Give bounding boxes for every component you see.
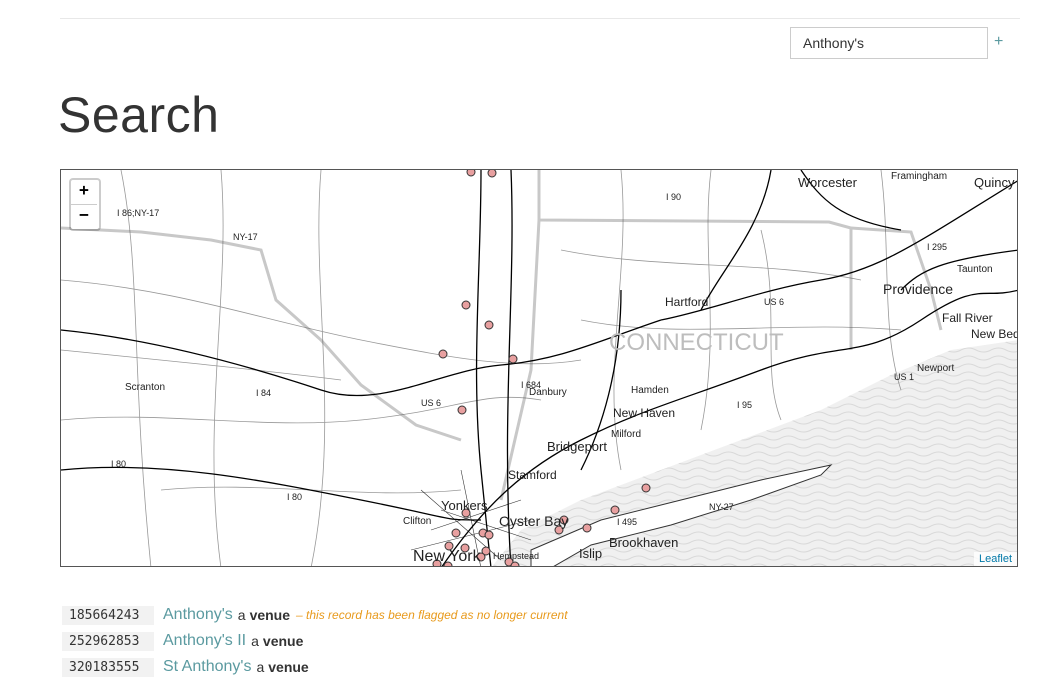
- label-connecticut: CONNECTICUT: [609, 329, 784, 356]
- search-input[interactable]: [790, 27, 988, 59]
- label-milford: Milford: [611, 429, 641, 440]
- label-i90: I 90: [666, 192, 681, 202]
- result-name-link[interactable]: Anthony's II: [163, 632, 246, 650]
- label-newport: Newport: [917, 363, 954, 374]
- label-us1: US 1: [894, 372, 914, 382]
- result-type: venue: [262, 633, 304, 649]
- label-us6-a: US 6: [764, 297, 784, 307]
- leaflet-attribution-link[interactable]: Leaflet: [973, 552, 1017, 566]
- label-new-bedford: New Bed: [971, 327, 1018, 341]
- result-article: a: [237, 607, 246, 623]
- map[interactable]: Worcester Framingham Quincy Hartford Pro…: [60, 169, 1018, 567]
- label-i295: I 295: [927, 242, 947, 252]
- label-oyster-bay: Oyster Bay: [499, 513, 568, 529]
- zoom-out-button[interactable]: −: [71, 205, 97, 229]
- label-yonkers: Yonkers: [441, 498, 488, 513]
- result-article: a: [256, 659, 265, 675]
- label-worcester: Worcester: [798, 175, 858, 190]
- label-clifton: Clifton: [403, 516, 431, 527]
- page-title: Search: [58, 87, 220, 143]
- label-new-haven: New Haven: [613, 406, 675, 420]
- label-brookhaven: Brookhaven: [609, 535, 678, 550]
- label-scranton: Scranton: [125, 382, 165, 393]
- label-islip: Islip: [579, 546, 602, 561]
- result-id: 320183555: [62, 657, 154, 677]
- result-name-link[interactable]: St Anthony's: [163, 658, 251, 676]
- label-quincy: Quincy: [974, 175, 1015, 190]
- label-stamford: Stamford: [508, 468, 557, 482]
- label-fall-river: Fall River: [942, 311, 993, 325]
- label-hempstead: Hempstead: [493, 551, 539, 561]
- label-i95: I 95: [737, 400, 752, 410]
- result-type: venue: [268, 659, 309, 675]
- label-i86: I 86;NY-17: [117, 208, 159, 218]
- label-hartford: Hartford: [665, 295, 708, 309]
- map-tiles: Worcester Framingham Quincy Hartford Pro…: [61, 170, 1018, 566]
- label-providence: Providence: [883, 281, 953, 297]
- label-i495: I 495: [617, 517, 637, 527]
- add-search-button[interactable]: +: [994, 33, 1003, 51]
- label-bridgeport: Bridgeport: [547, 439, 607, 454]
- label-ny27: NY-27: [709, 502, 734, 512]
- results-list: 185664243 Anthony's a venue – this recor…: [62, 602, 568, 680]
- result-id: 252962853: [62, 631, 154, 651]
- label-taunton: Taunton: [957, 264, 993, 275]
- label-ny17: NY-17: [233, 232, 258, 242]
- label-framingham: Framingham: [891, 171, 947, 182]
- result-row: 320183555 St Anthony's a venue: [62, 654, 568, 680]
- result-id: 185664243: [62, 605, 154, 625]
- result-row: 252962853 Anthony's II a venue: [62, 628, 568, 654]
- result-name-link[interactable]: Anthony's: [163, 606, 233, 624]
- label-i684: I 684: [521, 380, 541, 390]
- zoom-in-button[interactable]: +: [71, 180, 97, 205]
- top-divider: [60, 18, 1020, 19]
- result-row: 185664243 Anthony's a venue – this recor…: [62, 602, 568, 628]
- result-article: a: [251, 633, 259, 649]
- label-new-york: New York: [413, 548, 482, 565]
- label-us6-b: US 6: [421, 398, 441, 408]
- result-type: venue: [249, 607, 291, 623]
- zoom-control: + −: [69, 178, 101, 231]
- result-flag-note: – this record has been flagged as no lon…: [296, 608, 568, 622]
- label-i84: I 84: [256, 388, 271, 398]
- label-i80-b: I 80: [287, 492, 302, 502]
- label-hamden: Hamden: [631, 385, 669, 396]
- label-i80: I 80: [111, 459, 126, 469]
